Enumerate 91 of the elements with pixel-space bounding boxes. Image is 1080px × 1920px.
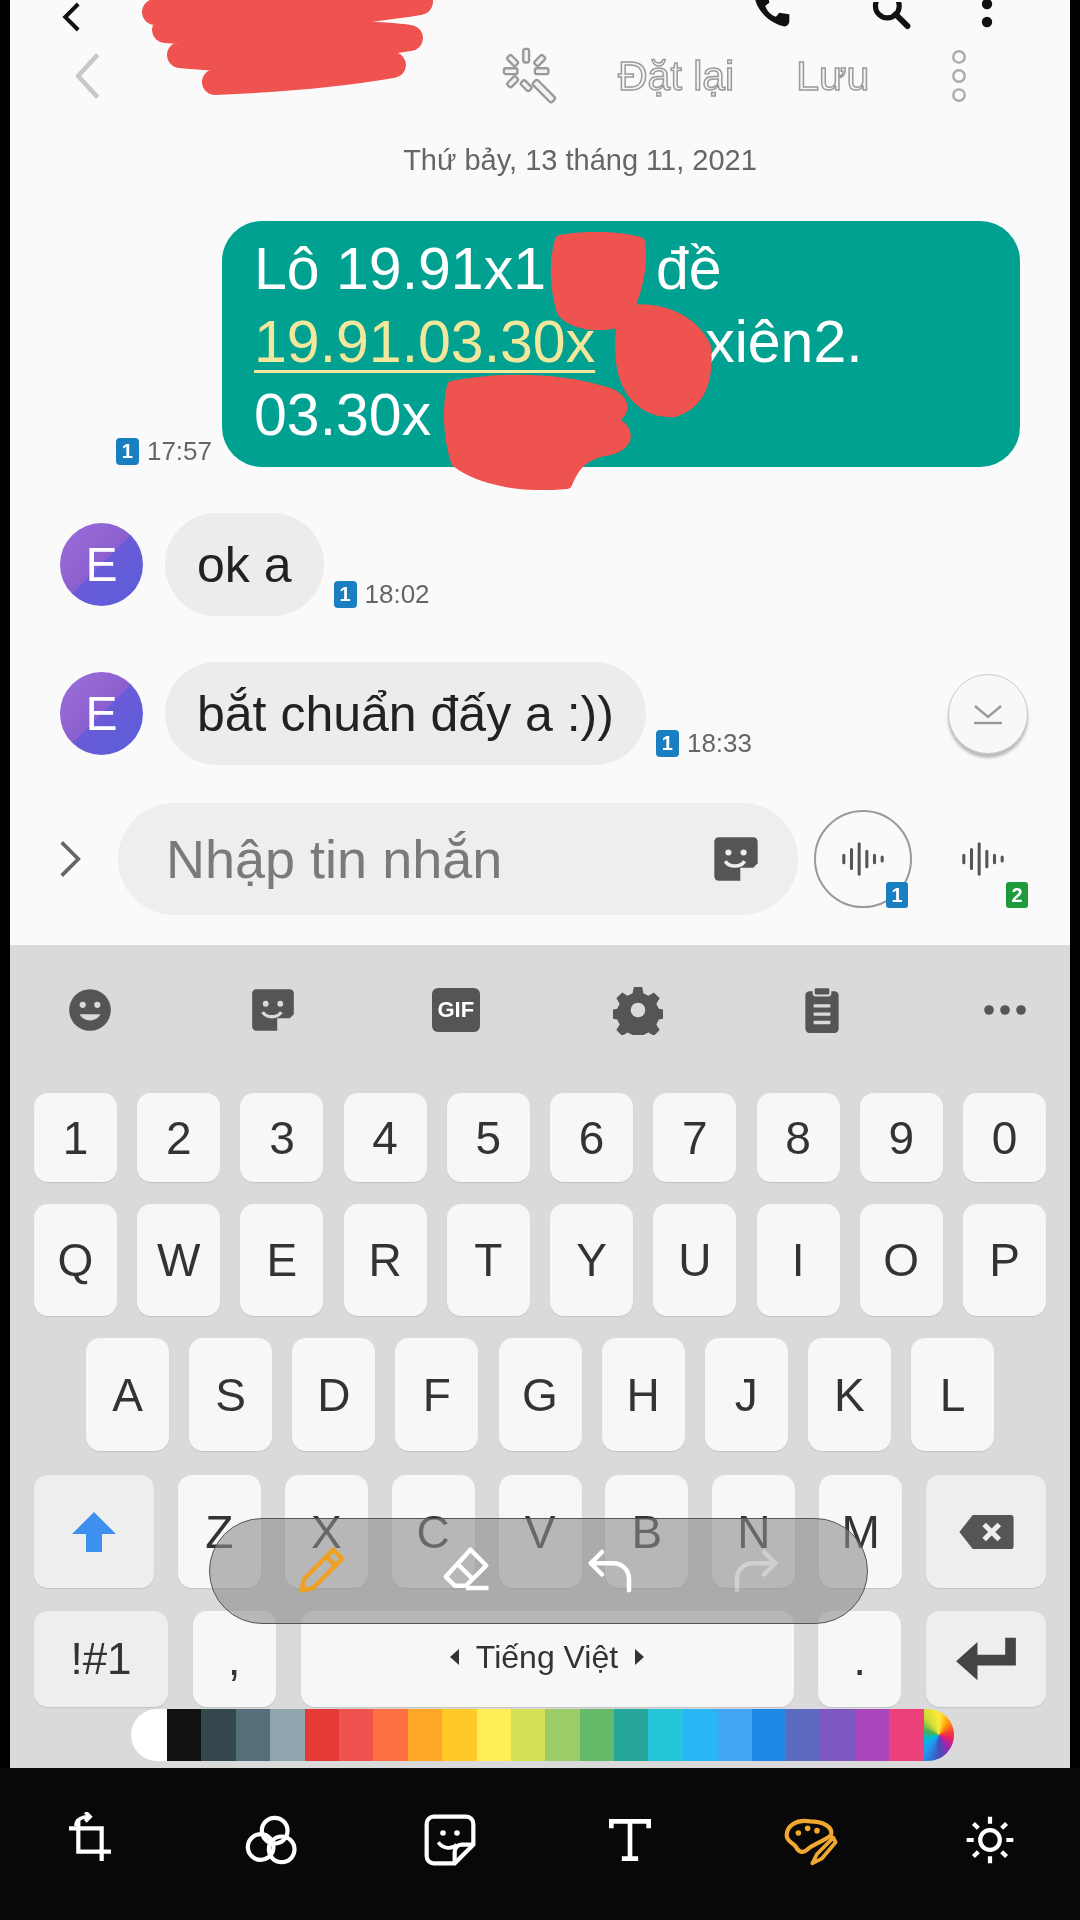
sticker-icon [422, 1812, 478, 1868]
keyboard-key[interactable]: L [911, 1338, 994, 1451]
color-swatch[interactable] [442, 1709, 477, 1761]
keyboard-key[interactable]: W [137, 1204, 221, 1316]
keyboard-key[interactable]: S [189, 1338, 273, 1451]
keyboard-key[interactable]: Q [34, 1204, 117, 1316]
keyboard-key[interactable]: 1 [34, 1093, 117, 1182]
backspace-key[interactable] [926, 1475, 1046, 1588]
color-swatch[interactable] [373, 1709, 408, 1761]
color-swatch[interactable] [201, 1709, 236, 1761]
received-message-bubble[interactable]: ok a [165, 513, 324, 616]
keyboard-key[interactable]: R [343, 1204, 427, 1316]
keyboard-key[interactable]: G [498, 1338, 582, 1451]
color-swatch[interactable] [614, 1709, 649, 1761]
sim-badge: 1 [655, 730, 679, 757]
color-swatch[interactable] [579, 1709, 615, 1761]
keyboard-key[interactable]: E [240, 1204, 324, 1316]
keyboard-key[interactable]: U [653, 1204, 737, 1316]
keyboard-key[interactable]: H [601, 1338, 685, 1451]
shift-key[interactable] [34, 1475, 154, 1588]
received-message-bubble[interactable]: bắt chuẩn đấy a :)) [165, 662, 646, 765]
gif-button[interactable]: GIF [431, 988, 480, 1032]
color-swatch[interactable] [889, 1709, 924, 1761]
expand-chevron-icon[interactable] [58, 839, 82, 879]
keyboard-key[interactable]: Y [550, 1204, 634, 1316]
color-swatch[interactable] [648, 1709, 683, 1761]
message-time: 17:57 [146, 436, 212, 467]
keyboard-key[interactable]: Z [177, 1475, 261, 1588]
color-swatch[interactable] [338, 1709, 374, 1761]
message-text: Lô 19.91x1 [254, 235, 546, 304]
color-swatch[interactable] [854, 1709, 890, 1761]
keyboard-key[interactable]: 7 [653, 1093, 737, 1182]
keyboard-key[interactable]: 2 [137, 1093, 221, 1182]
more-vertical-icon[interactable] [951, 49, 968, 103]
color-swatch[interactable] [304, 1709, 339, 1761]
keyboard-key[interactable]: 4 [343, 1093, 427, 1182]
keyboard-key[interactable]: . [818, 1611, 902, 1707]
keyboard-key[interactable]: D [292, 1338, 376, 1451]
keyboard-key[interactable]: O [859, 1204, 943, 1316]
keyboard-key[interactable]: , [192, 1611, 276, 1707]
sticker-tool-button[interactable] [422, 1812, 478, 1868]
color-swatch[interactable] [510, 1709, 546, 1761]
scroll-down-button[interactable] [948, 673, 1028, 754]
voice-message-button[interactable]: 1 [814, 810, 912, 908]
keyboard-key[interactable]: A [86, 1338, 169, 1451]
contact-avatar[interactable]: E [60, 523, 143, 606]
keyboard-key[interactable]: K [807, 1338, 891, 1451]
date-label: Thứ bảy, 13 tháng 11, 2021 [402, 144, 758, 177]
message-time: 18:33 [686, 728, 752, 759]
message-text: đề [656, 235, 722, 304]
keyboard-key[interactable]: 5 [446, 1093, 530, 1182]
sim-badge: 2 [1006, 882, 1028, 908]
message-text: 03.30x [254, 381, 432, 450]
color-swatch[interactable] [545, 1709, 580, 1761]
keyboard-key[interactable]: 9 [859, 1093, 943, 1182]
keyboard-key[interactable]: 8 [756, 1093, 840, 1182]
color-swatch[interactable] [167, 1709, 202, 1761]
color-swatch[interactable] [682, 1709, 718, 1761]
message-input-field[interactable]: Nhập tin nhắn [118, 803, 798, 915]
keyboard-key[interactable]: F [395, 1338, 479, 1451]
color-swatch[interactable] [235, 1709, 271, 1761]
keyboard-key[interactable]: M [819, 1475, 903, 1588]
sim-badge: 1 [333, 581, 357, 608]
keyboard-key[interactable]: 6 [550, 1093, 634, 1182]
keyboard-key[interactable]: P [962, 1204, 1046, 1316]
sim-badge: 1 [886, 882, 908, 908]
keyboard-key[interactable]: J [704, 1338, 788, 1451]
space-key[interactable]: Tiếng Việt [300, 1611, 794, 1707]
message-time: 18:02 [364, 579, 430, 610]
color-swatch[interactable] [751, 1709, 787, 1761]
color-swatch[interactable] [131, 1709, 167, 1761]
message-text: xiên2. [705, 308, 863, 377]
left-triangle-icon [449, 1649, 460, 1665]
color-swatch[interactable] [786, 1709, 821, 1761]
color-swatch[interactable] [820, 1709, 855, 1761]
contact-avatar[interactable]: E [60, 672, 143, 755]
keyboard-key[interactable]: T [446, 1204, 530, 1316]
sim-badge: 1 [115, 438, 139, 465]
keyboard-key[interactable]: I [756, 1204, 840, 1316]
color-swatch[interactable] [476, 1709, 511, 1761]
settings-icon[interactable] [613, 985, 664, 1035]
color-swatch[interactable] [717, 1709, 752, 1761]
keyboard-key[interactable]: 3 [240, 1093, 324, 1182]
symbols-key[interactable]: !#1 [34, 1611, 168, 1707]
color-swatch[interactable] [407, 1709, 443, 1761]
enter-key[interactable] [926, 1611, 1046, 1707]
keyboard-key[interactable]: 0 [962, 1093, 1046, 1182]
color-picker-swatch[interactable] [923, 1709, 954, 1761]
voice-message-button[interactable]: 2 [934, 810, 1032, 908]
right-triangle-icon [634, 1649, 645, 1665]
color-swatch[interactable] [270, 1709, 305, 1761]
